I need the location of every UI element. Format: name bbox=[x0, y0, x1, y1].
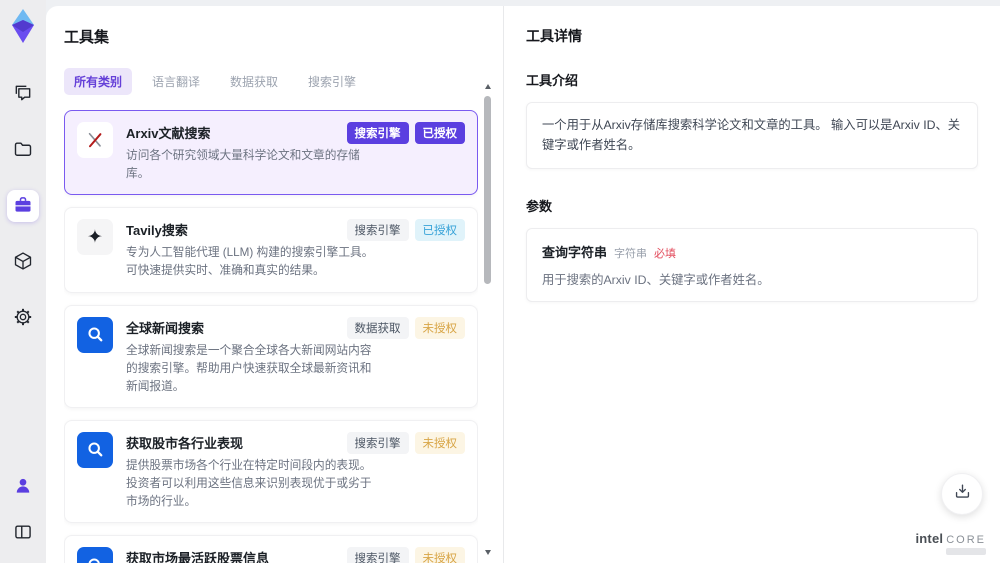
tavily-spark-icon: ✦ bbox=[77, 219, 113, 256]
category-badge: 数据获取 bbox=[346, 316, 409, 339]
tool-description: 专为人工智能代理 (LLM) 构建的搜索引擎工具。可快速提供实时、准确和真实的结… bbox=[126, 246, 374, 278]
auth-status-badge: 未授权 bbox=[414, 431, 465, 454]
category-badge: 搜索引擎 bbox=[346, 122, 409, 144]
download-button[interactable] bbox=[941, 473, 983, 515]
tool-card[interactable]: Arxiv文献搜索 访问各个研究领域大量科学论文和文章的存储库。 搜索引擎 已授… bbox=[64, 110, 478, 196]
tool-card[interactable]: 全球新闻搜索 全球新闻搜索是一个聚合全球各大新闻网站内容的搜索引擎。帮助用户快速… bbox=[64, 304, 478, 408]
user-icon bbox=[13, 476, 33, 499]
parameter-card: 查询字符串 字符串 必填 用于搜索的Arxiv ID、关键字或作者姓名。 bbox=[526, 228, 978, 303]
tool-description: 提供股票市场各个行业在特定时间段内的表现。投资者可以利用这些信息来识别表现优于或… bbox=[126, 458, 372, 509]
left-rail bbox=[0, 0, 46, 563]
scrollbar[interactable] bbox=[483, 82, 493, 557]
category-badge: 搜索引擎 bbox=[346, 547, 409, 563]
category-tabs: 所有类别 语言翻译 数据获取 搜索引擎 bbox=[64, 68, 503, 95]
nav-settings-button[interactable] bbox=[7, 302, 39, 334]
tool-card[interactable]: 获取市场最活跃股票信息 提供当天交易量最高的股票列表。投资者可以利用这些信息来识… bbox=[64, 535, 478, 563]
nav-chat-button[interactable] bbox=[7, 78, 39, 110]
scroll-up-arrow-icon[interactable] bbox=[485, 84, 491, 89]
tool-detail-pane: 工具详情 工具介绍 一个用于从Arxiv存储库搜索科学论文和文章的工具。 输入可… bbox=[503, 6, 1000, 563]
parameter-name: 查询字符串 bbox=[542, 245, 608, 261]
parameter-description: 用于搜索的Arxiv ID、关键字或作者姓名。 bbox=[542, 273, 770, 288]
tool-title: 获取市场最活跃股票信息 bbox=[126, 551, 270, 563]
auth-status-badge: 未授权 bbox=[414, 547, 465, 563]
tool-title: 全球新闻搜索 bbox=[126, 320, 205, 336]
category-badge: 搜索引擎 bbox=[346, 219, 409, 242]
app-logo-icon[interactable] bbox=[5, 6, 41, 46]
nav-account-button[interactable] bbox=[7, 471, 39, 503]
tool-card[interactable]: 获取股市各行业表现 提供股票市场各个行业在特定时间段内的表现。投资者可以利用这些… bbox=[64, 419, 478, 524]
nav-files-button[interactable] bbox=[7, 134, 39, 166]
news-search-icon bbox=[77, 316, 113, 353]
intel-brand-text: intel bbox=[915, 531, 944, 546]
main-content: 工具集 所有类别 语言翻译 数据获取 搜索引擎 Arxiv文献搜索 访问各个研究… bbox=[46, 6, 1000, 563]
tool-title: 获取股市各行业表现 bbox=[126, 435, 244, 451]
tool-title: Arxiv文献搜索 bbox=[126, 126, 211, 141]
tool-title: Tavily搜索 bbox=[126, 223, 188, 239]
intel-core-logo: intel CORE bbox=[915, 531, 986, 555]
toolbox-icon bbox=[13, 195, 33, 218]
nav-tools-button[interactable] bbox=[7, 190, 39, 222]
nav-packages-button[interactable] bbox=[7, 246, 39, 278]
news-search-icon bbox=[77, 431, 113, 468]
settings-gear-icon bbox=[13, 307, 33, 330]
folder-icon bbox=[13, 139, 33, 162]
tool-list-pane: 工具集 所有类别 语言翻译 数据获取 搜索引擎 Arxiv文献搜索 访问各个研究… bbox=[46, 6, 503, 563]
tab-data-fetch[interactable]: 数据获取 bbox=[220, 68, 288, 95]
parameter-required-badge: 必填 bbox=[654, 248, 677, 261]
panel-toggle-icon bbox=[13, 522, 33, 545]
news-search-icon bbox=[77, 547, 113, 563]
tab-search-engine[interactable]: 搜索引擎 bbox=[298, 68, 366, 95]
app-root: 工具集 所有类别 语言翻译 数据获取 搜索引擎 Arxiv文献搜索 访问各个研究… bbox=[0, 0, 1000, 563]
auth-status-badge: 未授权 bbox=[414, 316, 465, 339]
parameter-header: 查询字符串 字符串 必填 bbox=[542, 242, 962, 261]
category-badge: 搜索引擎 bbox=[346, 431, 409, 454]
page-title: 工具集 bbox=[64, 29, 110, 46]
params-heading: 参数 bbox=[526, 199, 553, 215]
scroll-down-arrow-icon[interactable] bbox=[485, 550, 491, 555]
core-brand-text: CORE bbox=[946, 534, 986, 546]
auth-status-badge: 已授权 bbox=[414, 122, 465, 144]
tool-card[interactable]: ✦ Tavily搜索 专为人工智能代理 (LLM) 构建的搜索引擎工具。可快速提… bbox=[64, 207, 478, 293]
tab-language-translation[interactable]: 语言翻译 bbox=[142, 68, 210, 95]
panel-toggle-button[interactable] bbox=[7, 517, 39, 549]
auth-status-badge: 已授权 bbox=[414, 219, 465, 242]
tool-description: 访问各个研究领域大量科学论文和文章的存储库。 bbox=[126, 149, 360, 181]
intro-heading: 工具介绍 bbox=[526, 73, 579, 88]
tool-description: 全球新闻搜索是一个聚合全球各大新闻网站内容的搜索引擎。帮助用户快速获取全球最新资… bbox=[126, 343, 372, 393]
scrollbar-thumb[interactable] bbox=[484, 96, 491, 284]
parameter-type: 字符串 bbox=[614, 248, 648, 261]
tab-all-categories[interactable]: 所有类别 bbox=[64, 68, 133, 95]
arxiv-logo-icon bbox=[77, 122, 113, 158]
download-icon bbox=[953, 482, 972, 506]
package-icon bbox=[13, 251, 33, 274]
intel-sub-badge bbox=[946, 548, 986, 555]
tool-list: Arxiv文献搜索 访问各个研究领域大量科学论文和文章的存储库。 搜索引擎 已授… bbox=[64, 110, 478, 563]
intro-text: 一个用于从Arxiv存储库搜索科学论文和文章的工具。 输入可以是Arxiv ID… bbox=[526, 102, 978, 170]
chat-icon bbox=[13, 83, 33, 106]
detail-title: 工具详情 bbox=[526, 28, 582, 44]
